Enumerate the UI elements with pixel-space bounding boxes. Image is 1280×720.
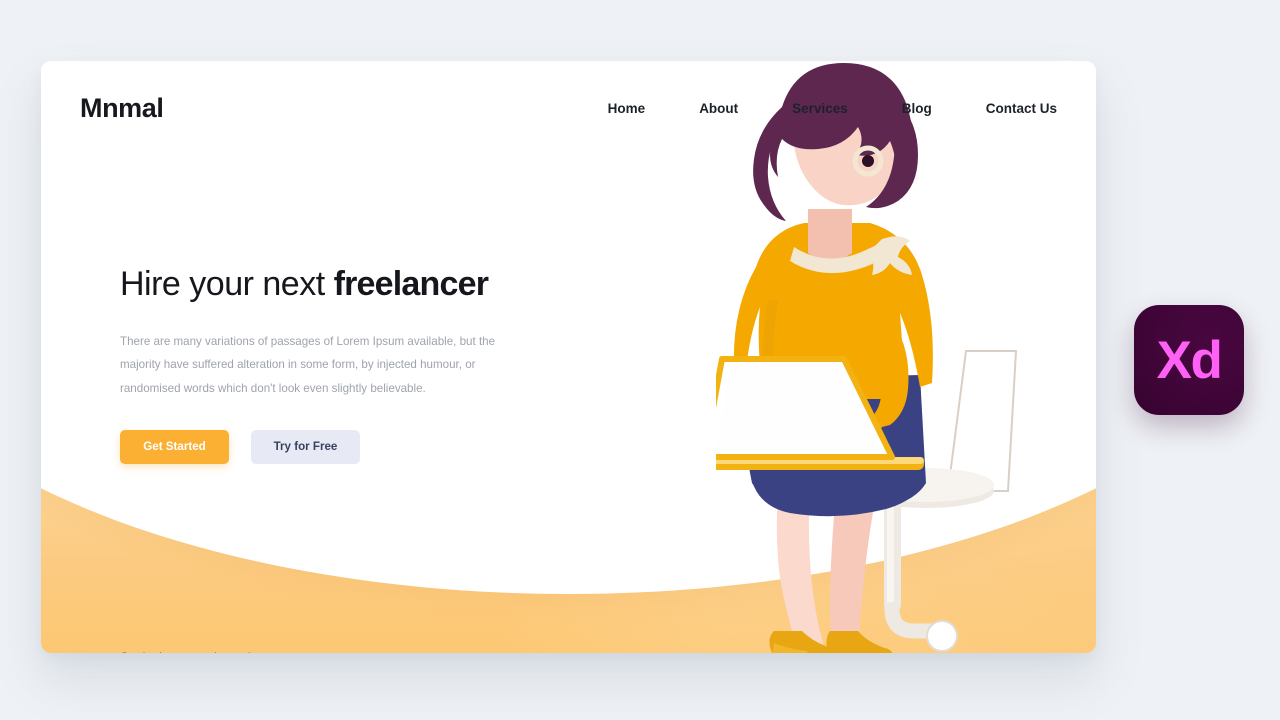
site-header: Mnmal Home About Services Blog Contact U… xyxy=(41,61,1096,155)
hero-cta-group: Get Started Try for Free xyxy=(120,429,590,464)
headline-bold-text: freelancer xyxy=(333,265,489,303)
nav-item-about[interactable]: About xyxy=(699,95,738,122)
main-navigation: Home About Services Blog Contact Us xyxy=(608,95,1057,122)
hero-paragraph: There are many variations of passages of… xyxy=(120,334,496,396)
nav-item-blog[interactable]: Blog xyxy=(902,95,932,122)
get-started-button[interactable]: Get Started xyxy=(120,429,229,464)
adobe-xd-label: Xd xyxy=(1156,330,1223,390)
try-for-free-button[interactable]: Try for Free xyxy=(251,429,360,464)
headline-light-text: Hire your next xyxy=(120,265,334,303)
contact-support-link[interactable]: Contact a support agent xyxy=(120,651,251,653)
adobe-xd-icon: Xd xyxy=(1134,305,1244,415)
hero-section: Hire your next freelancer There are many… xyxy=(120,264,590,464)
nav-item-home[interactable]: Home xyxy=(608,95,646,122)
hero-headline: Hire your next freelancer xyxy=(120,264,590,305)
page-root: Mnmal Home About Services Blog Contact U… xyxy=(0,0,1280,720)
card-content: Mnmal Home About Services Blog Contact U… xyxy=(41,61,1096,654)
nav-item-services[interactable]: Services xyxy=(792,95,848,122)
nav-item-contact-us[interactable]: Contact Us xyxy=(986,95,1057,122)
landing-page-card: Mnmal Home About Services Blog Contact U… xyxy=(41,61,1096,653)
brand-logo[interactable]: Mnmal xyxy=(80,93,164,124)
